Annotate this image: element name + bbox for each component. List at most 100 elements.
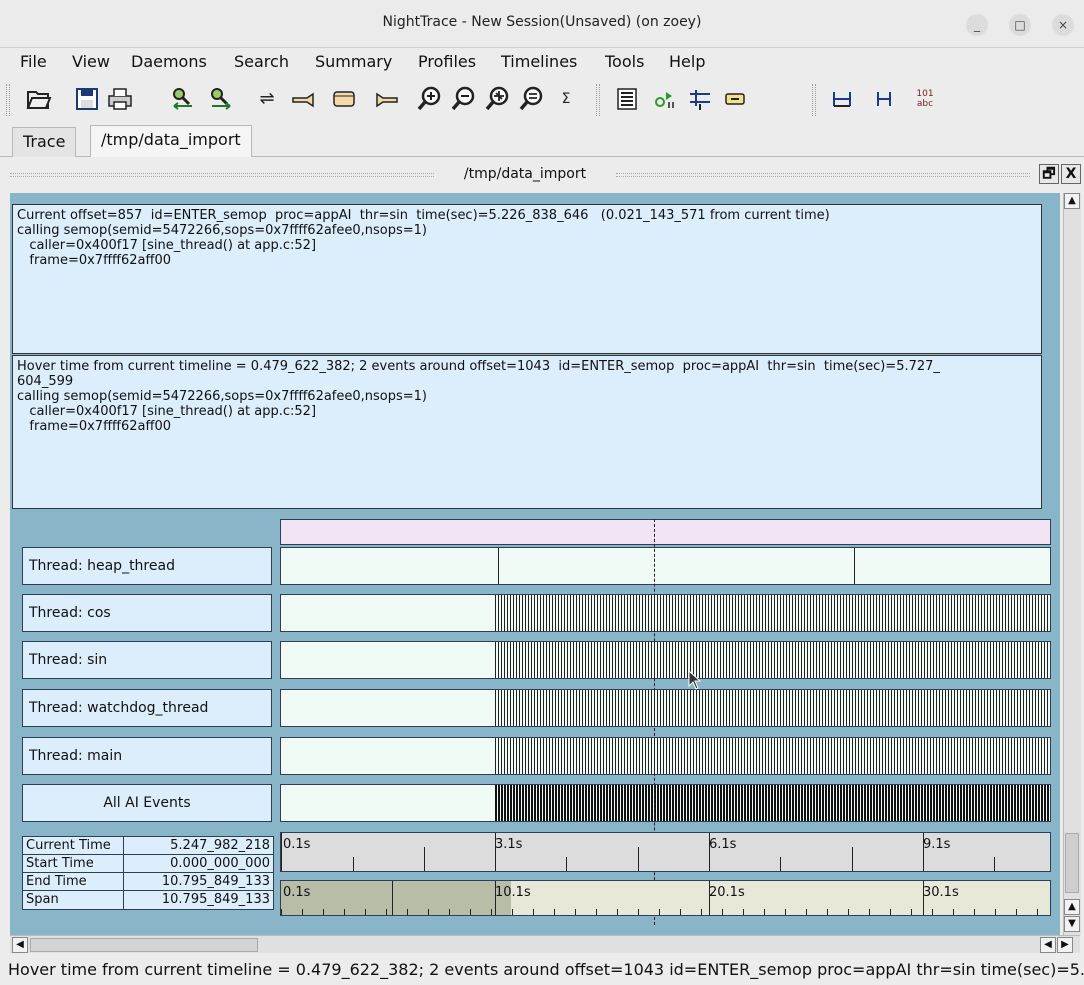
play-pause-icon[interactable] xyxy=(652,84,678,114)
list-icon[interactable] xyxy=(614,84,640,114)
align-icon[interactable] xyxy=(830,84,854,114)
start-time-row: Start Time 0.000_000_000 xyxy=(23,855,273,873)
hover-event-info: Hover time from current timeline = 0.479… xyxy=(12,355,1042,509)
range-icon[interactable] xyxy=(872,84,896,114)
vertical-scrollbar[interactable]: ▲ ▲ ▼ xyxy=(1063,193,1081,935)
ruler-label: 20.1s xyxy=(709,885,745,900)
binary-text-icon[interactable]: 101 abc xyxy=(912,84,938,114)
sigma-icon[interactable]: Σ xyxy=(554,84,578,114)
hand-right-icon[interactable] xyxy=(370,84,400,114)
menu-daemons[interactable]: Daemons xyxy=(131,52,207,71)
timeline-label-cos[interactable]: Thread: cos xyxy=(22,594,272,632)
ruler-label: 0.1s xyxy=(283,885,311,900)
ruler-label: 9.1s xyxy=(923,837,951,852)
hand-left-icon[interactable] xyxy=(290,84,320,114)
menu-file[interactable]: File xyxy=(20,52,47,71)
timeline-header-row xyxy=(280,519,1051,545)
tab-data-import[interactable]: /tmp/data_import xyxy=(90,125,252,157)
panel-restore-button[interactable]: 🗗 xyxy=(1039,164,1059,184)
panel-drag-handle[interactable] xyxy=(616,173,1030,177)
ruler-tick xyxy=(566,857,567,871)
session-tabs: Trace /tmp/data_import xyxy=(0,125,1084,157)
menu-help[interactable]: Help xyxy=(669,52,705,71)
panel-drag-handle[interactable] xyxy=(10,173,434,177)
scroll-thumb[interactable] xyxy=(1065,833,1079,893)
timeline-track-sin[interactable] xyxy=(280,641,1051,679)
maximize-button[interactable]: □ xyxy=(1009,14,1031,36)
open-folder-icon[interactable] xyxy=(26,84,52,114)
event-density xyxy=(495,690,1050,726)
current-event-info: Current offset=857 id=ENTER_semop proc=a… xyxy=(12,204,1042,354)
timeline-label-all-events[interactable]: All AI Events xyxy=(22,784,272,822)
timeline-track-heap-thread[interactable] xyxy=(280,547,1051,585)
nighttrace-window: NightTrace - New Session(Unsaved) (on zo… xyxy=(0,0,1084,985)
search-forward-icon[interactable] xyxy=(208,84,236,114)
status-bar: Hover time from current timeline = 0.479… xyxy=(0,956,1084,985)
timeline-track-all-events[interactable] xyxy=(280,784,1051,822)
timeline-label-sin[interactable]: Thread: sin xyxy=(22,641,272,679)
end-time-value: 10.795_849_133 xyxy=(161,874,270,889)
toolbar-grip xyxy=(6,84,10,116)
timeline-track-watchdog-thread[interactable] xyxy=(280,689,1051,727)
minimize-button[interactable]: _ xyxy=(966,14,988,36)
event-marker-icon[interactable] xyxy=(686,84,714,114)
panel-header: /tmp/data_import xyxy=(0,160,1084,190)
menu-tools[interactable]: Tools xyxy=(605,52,644,71)
menu-profiles[interactable]: Profiles xyxy=(418,52,476,71)
close-window-button[interactable]: × xyxy=(1052,14,1074,36)
timeline-track-cos[interactable] xyxy=(280,594,1051,632)
timeline-label-heap-thread[interactable]: Thread: heap_thread xyxy=(22,547,272,585)
ruler-label: 3.1s xyxy=(495,837,523,852)
time-ruler-zoomed[interactable]: 0.1s 3.1s 6.1s 9.1s xyxy=(280,832,1051,872)
ruler-minor-ticks xyxy=(281,909,1050,915)
ruler-label: 30.1s xyxy=(923,885,959,900)
zoom-in-more-icon[interactable] xyxy=(484,84,512,114)
timeline-label-main[interactable]: Thread: main xyxy=(22,737,272,775)
zoom-out-more-icon[interactable] xyxy=(518,84,546,114)
current-time-value: 5.247_982_218 xyxy=(170,838,270,853)
scroll-up-arrow[interactable]: ▲ xyxy=(1064,193,1080,209)
zoom-out-icon[interactable] xyxy=(450,84,478,114)
cell-divider xyxy=(123,837,124,855)
scroll-down-arrow[interactable]: ▼ xyxy=(1064,916,1080,932)
swap-icon[interactable]: ⇌ xyxy=(254,84,280,114)
menu-bar: File View Daemons Search Summary Profile… xyxy=(0,48,1084,78)
tag-icon[interactable] xyxy=(722,84,748,114)
timeline-track-main[interactable] xyxy=(280,737,1051,775)
panel-title: /tmp/data_import xyxy=(463,166,587,182)
event-density xyxy=(495,595,1050,631)
horizontal-scrollbar[interactable]: ◀ ◀ ▶ xyxy=(10,935,1080,953)
hand-grab-icon[interactable] xyxy=(330,84,360,114)
menu-summary[interactable]: Summary xyxy=(315,52,392,71)
print-icon[interactable] xyxy=(106,84,134,114)
title-bar: NightTrace - New Session(Unsaved) (on zo… xyxy=(0,0,1084,48)
event-tick xyxy=(498,548,499,584)
ruler-tick xyxy=(495,833,496,871)
time-ruler-overview[interactable]: 0.1s 10.1s 20.1s 30.1s xyxy=(280,880,1051,916)
zoom-in-icon[interactable] xyxy=(416,84,444,114)
search-back-icon[interactable] xyxy=(170,84,198,114)
ruler-tick xyxy=(852,847,853,871)
current-time-row: Current Time 5.247_982_218 xyxy=(23,837,273,855)
scroll-left-arrow[interactable]: ◀ xyxy=(1040,937,1056,953)
menu-search[interactable]: Search xyxy=(234,52,289,71)
tab-trace[interactable]: Trace xyxy=(12,127,77,157)
scroll-left-arrow[interactable]: ◀ xyxy=(12,937,28,953)
toolbar-separator xyxy=(812,84,816,116)
start-time-value: 0.000_000_000 xyxy=(170,856,270,871)
ruler-tick xyxy=(994,857,995,871)
menu-timelines[interactable]: Timelines xyxy=(501,52,577,71)
save-icon[interactable] xyxy=(74,84,100,114)
ruler-tick xyxy=(281,833,282,871)
cell-divider xyxy=(123,891,124,909)
ruler-tick xyxy=(424,847,425,871)
menu-view[interactable]: View xyxy=(72,52,110,71)
scroll-right-arrow[interactable]: ▶ xyxy=(1057,937,1073,953)
scroll-thumb[interactable] xyxy=(30,938,258,952)
toolbar-separator xyxy=(596,84,600,116)
cell-divider xyxy=(123,873,124,891)
scroll-up-arrow[interactable]: ▲ xyxy=(1064,899,1080,915)
panel-close-button[interactable]: X xyxy=(1061,164,1081,184)
ruler-tick xyxy=(923,833,924,871)
timeline-label-watchdog-thread[interactable]: Thread: watchdog_thread xyxy=(22,689,272,727)
